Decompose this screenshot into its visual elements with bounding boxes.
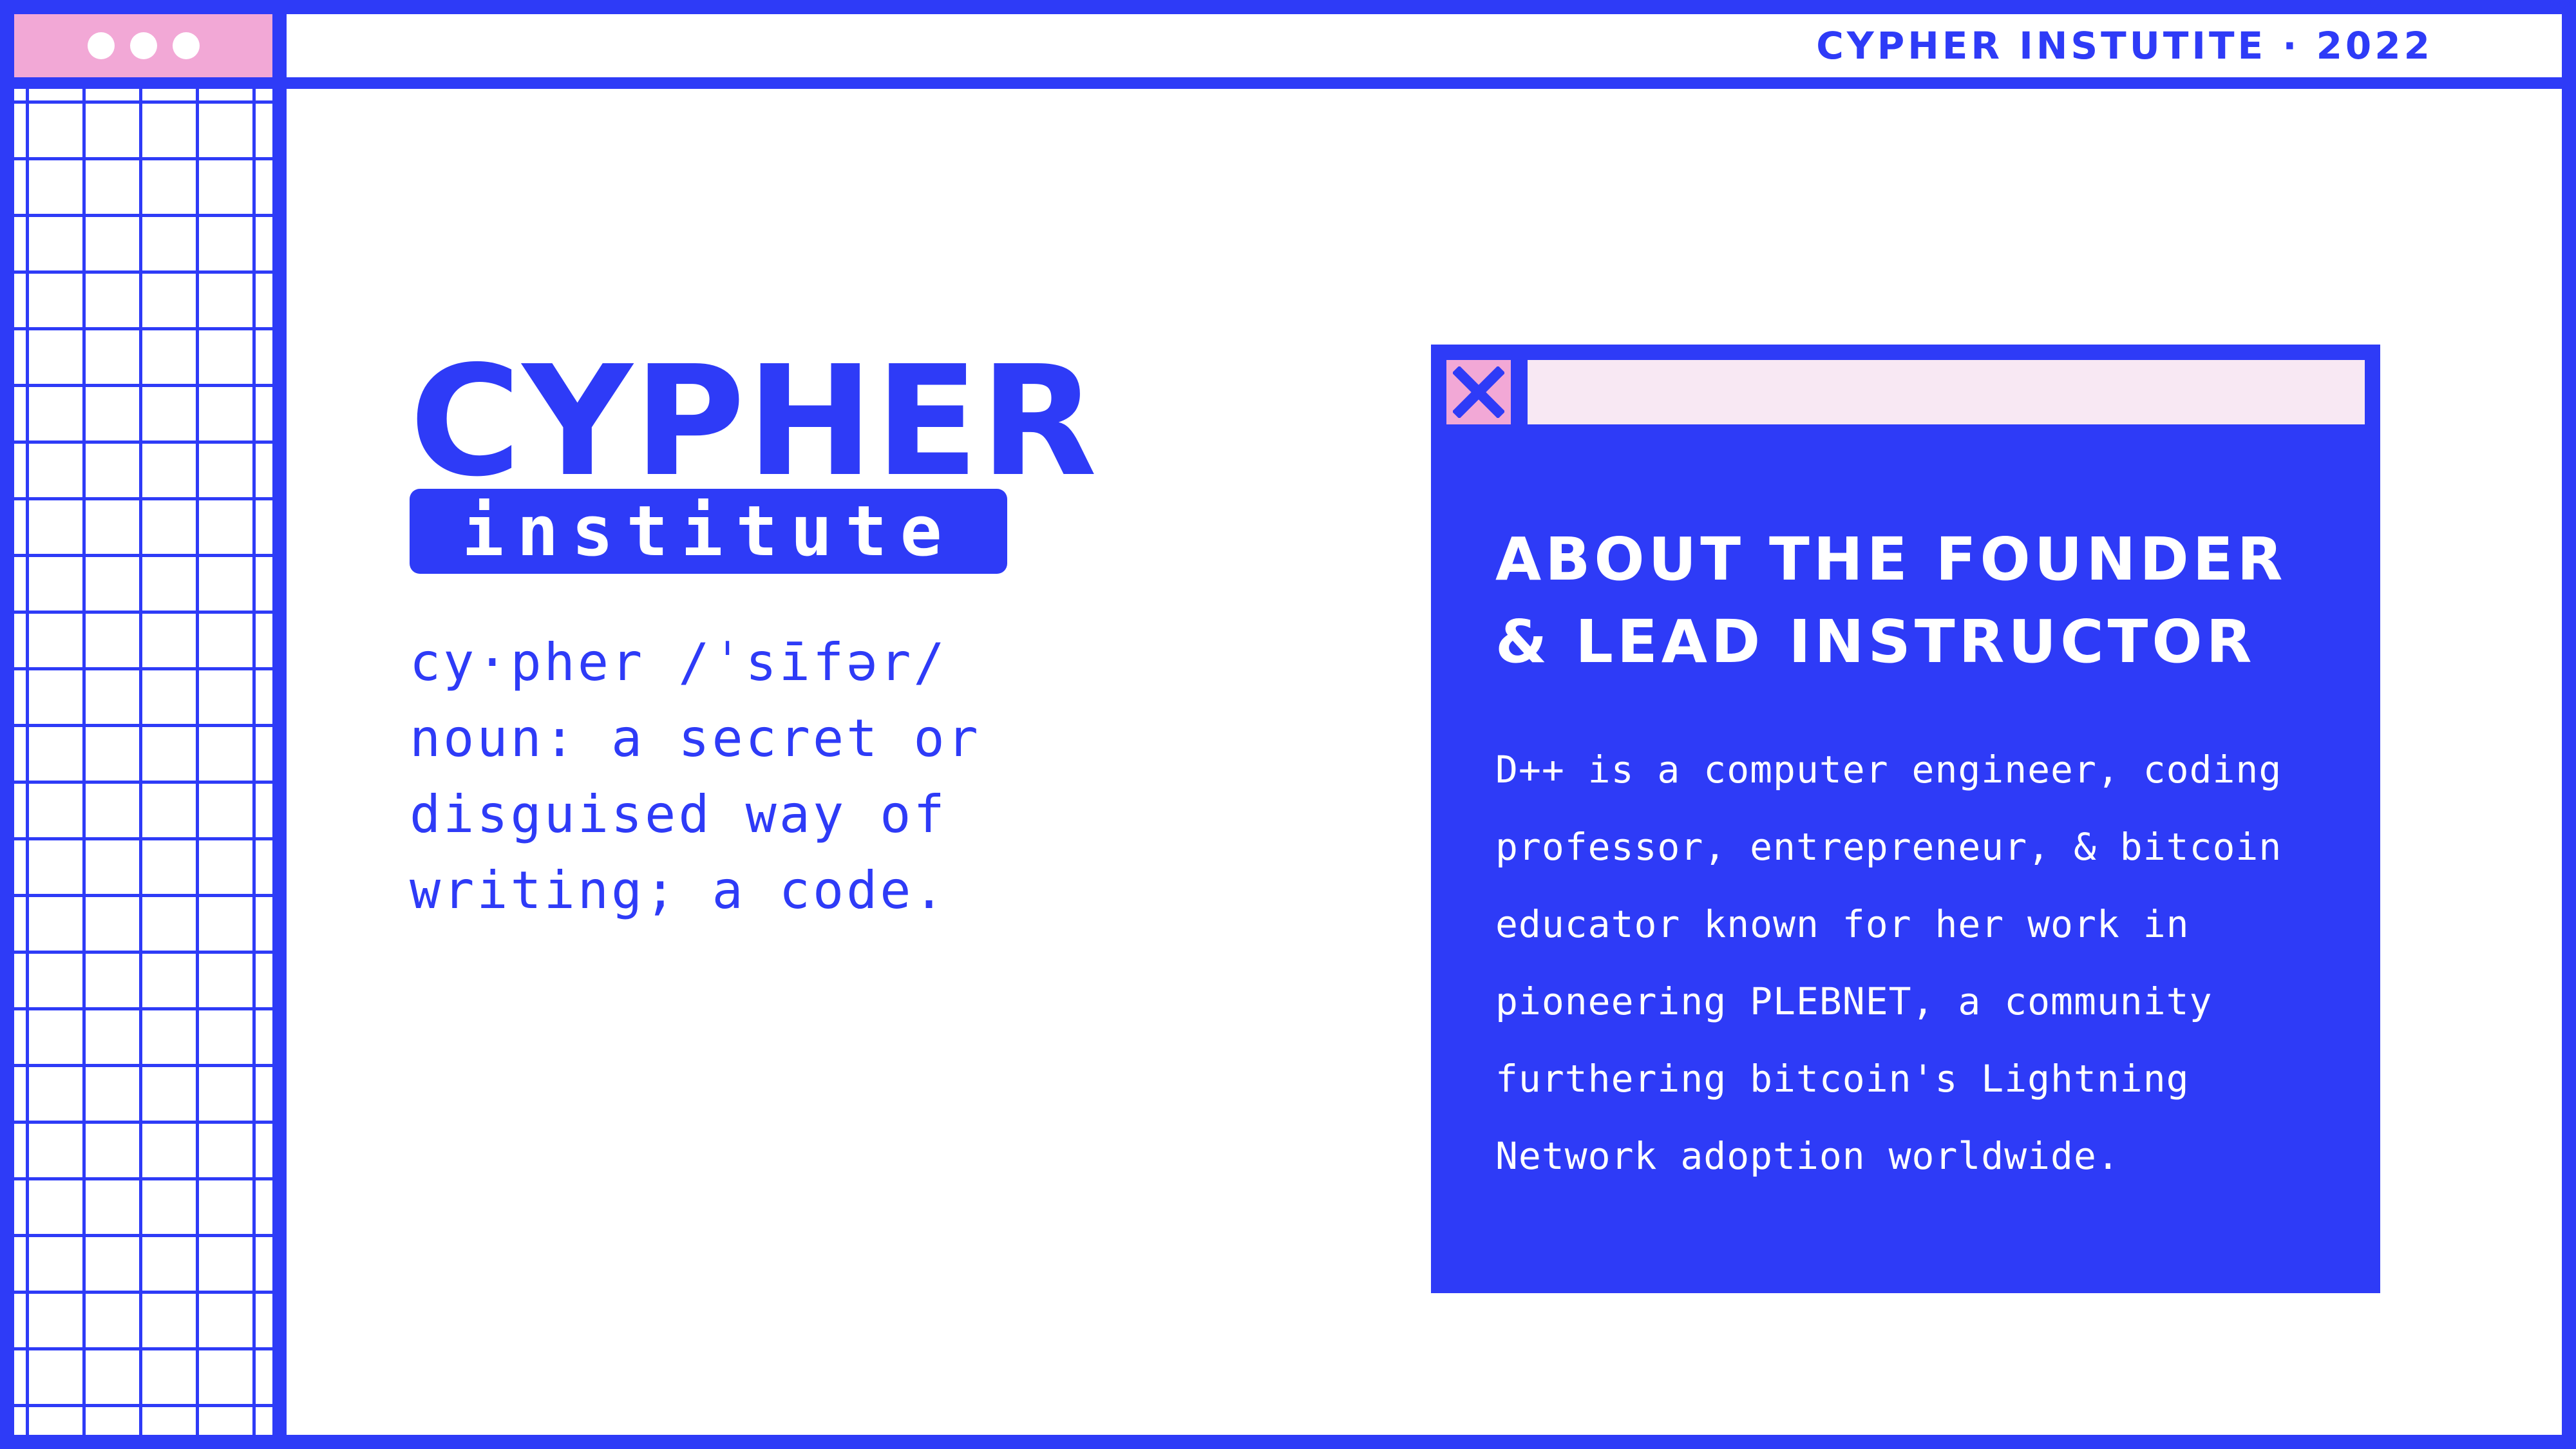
grid-sidebar bbox=[14, 89, 272, 1435]
window-dot-2[interactable] bbox=[129, 32, 157, 59]
window-controls bbox=[14, 14, 272, 77]
cypher-logo: CYPHER institute bbox=[410, 333, 1099, 574]
card-body: D++ is a computer engineer, coding profe… bbox=[1495, 731, 2358, 1195]
definition-line: disguised way of bbox=[410, 784, 947, 844]
card-heading: ABOUT THE FOUNDER & LEAD INSTRUCTOR bbox=[1495, 518, 2333, 683]
card-heading-line: & LEAD INSTRUCTOR bbox=[1495, 607, 2256, 676]
card-body-line: educator known for her work in bbox=[1495, 902, 2190, 946]
close-x-icon bbox=[1453, 366, 1504, 418]
close-button[interactable] bbox=[1446, 360, 1511, 424]
logo-badge: institute bbox=[410, 489, 1007, 574]
window-dot-3[interactable] bbox=[172, 32, 200, 59]
card-body-line: D++ is a computer engineer, coding bbox=[1495, 748, 2282, 791]
header-title: CYPHER INSTUTITE · 2022 bbox=[1816, 24, 2433, 68]
card-body-line: furthering bitcoin's Lightning bbox=[1495, 1057, 2190, 1101]
card-body-line: Network adoption worldwide. bbox=[1495, 1134, 2120, 1178]
sidebar-divider bbox=[272, 0, 287, 1449]
logo-wordmark: CYPHER bbox=[410, 333, 1099, 510]
definition-text: cy·pher /ˈsīfər/ noun: a secret or disgu… bbox=[410, 625, 1054, 929]
definition-line: cy·pher /ˈsīfər/ bbox=[410, 632, 947, 692]
title-bar-divider bbox=[0, 77, 2576, 89]
definition-line: writing; a code. bbox=[410, 860, 947, 920]
card-title-bar[interactable] bbox=[1528, 360, 2365, 424]
card-body-line: pioneering PLEBNET, a community bbox=[1495, 980, 2213, 1023]
card-body-line: professor, entrepreneur, & bitcoin bbox=[1495, 825, 2282, 869]
card-heading-line: ABOUT THE FOUNDER bbox=[1495, 525, 2287, 594]
about-founder-card: ABOUT THE FOUNDER & LEAD INSTRUCTOR D++ … bbox=[1431, 345, 2380, 1293]
definition-line: noun: a secret or bbox=[410, 708, 981, 768]
window-dot-1[interactable] bbox=[87, 32, 115, 59]
